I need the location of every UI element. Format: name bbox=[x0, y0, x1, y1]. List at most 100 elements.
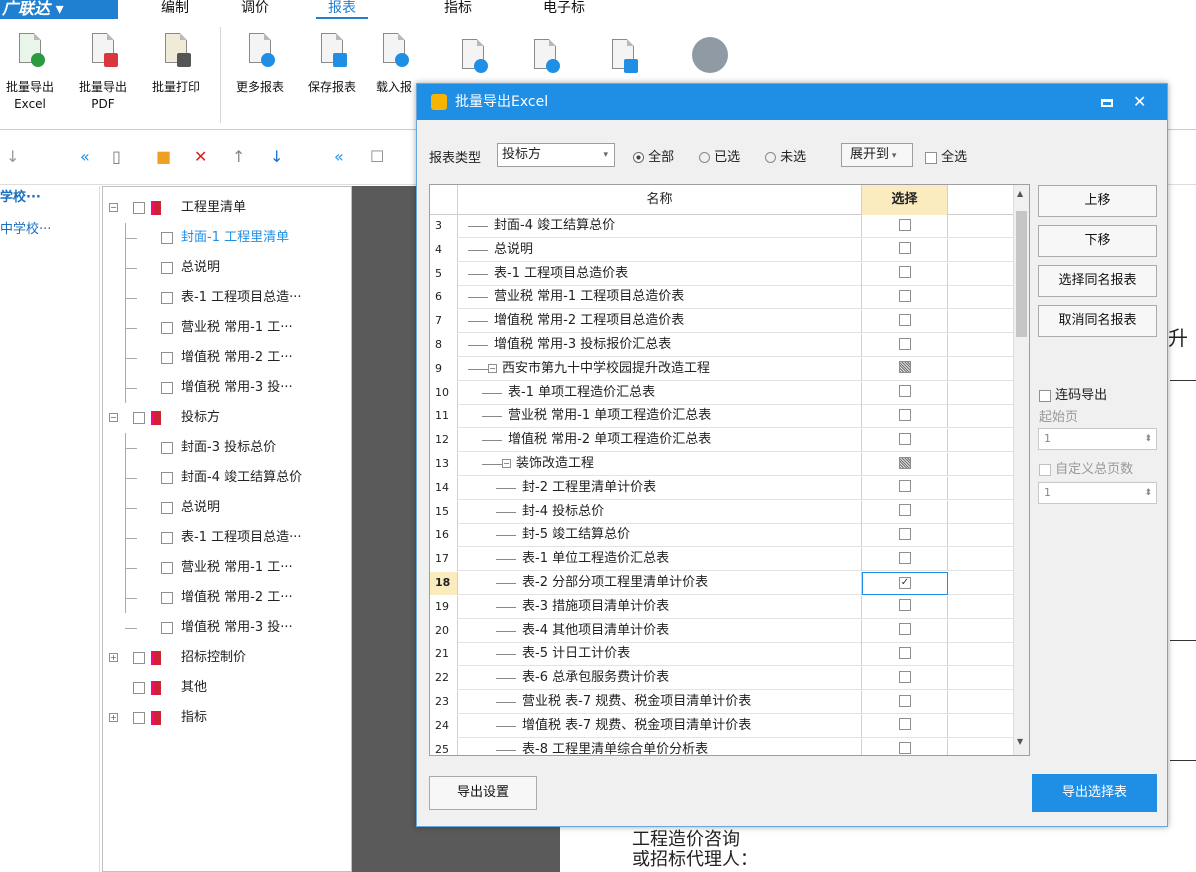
expand-to-dropdown[interactable]: 展开到 ▾ bbox=[841, 143, 913, 167]
checkbox-icon[interactable] bbox=[133, 202, 145, 214]
row-select-cell[interactable] bbox=[862, 286, 948, 310]
row-name-cell[interactable]: 表-1 工程项目总造价表 bbox=[458, 262, 862, 286]
row-select-cell[interactable] bbox=[862, 429, 948, 453]
checkbox-icon[interactable] bbox=[161, 562, 173, 574]
custom-total-checkbox[interactable]: 自定义总页数 bbox=[1039, 458, 1133, 477]
report-icon-a[interactable] bbox=[458, 37, 488, 73]
row-name-cell[interactable]: 增值税 表-7 规费、税金项目清单计价表 bbox=[458, 714, 862, 738]
checkbox-icon[interactable] bbox=[898, 670, 911, 683]
row-name-cell[interactable]: 封-5 竣工结算总价 bbox=[458, 524, 862, 548]
row-select-cell[interactable] bbox=[862, 215, 948, 238]
row-name-cell[interactable]: 营业税 常用-1 工程项目总造价表 bbox=[458, 286, 862, 310]
checkbox-icon[interactable] bbox=[898, 432, 911, 445]
tree-item[interactable]: 封面-3 投标总价 bbox=[103, 433, 351, 463]
checkbox-icon[interactable] bbox=[898, 551, 911, 564]
batch-export-pdf-button[interactable]: 批量导出 PDF bbox=[73, 31, 133, 129]
save-report-button[interactable]: 保存报表 bbox=[302, 31, 362, 129]
table-row[interactable]: 20 表-4 其他项目清单计价表 bbox=[430, 619, 1013, 643]
expand-toggle-icon[interactable]: − bbox=[109, 203, 118, 212]
row-name-cell[interactable]: 增值税 常用-2 工程项目总造价表 bbox=[458, 310, 862, 334]
row-select-cell[interactable] bbox=[862, 238, 948, 262]
checkbox-icon[interactable] bbox=[161, 592, 173, 604]
table-row[interactable]: 4 总说明 bbox=[430, 238, 1013, 262]
col-header-select[interactable]: 选择 bbox=[862, 185, 948, 215]
checkbox-icon[interactable] bbox=[161, 502, 173, 514]
table-row[interactable]: 5 表-1 工程项目总造价表 bbox=[430, 262, 1013, 286]
table-row[interactable]: 17 表-1 单位工程造价汇总表 bbox=[430, 548, 1013, 572]
row-select-cell[interactable] bbox=[862, 738, 948, 755]
checkbox-icon[interactable] bbox=[898, 266, 911, 279]
menu-tab-ebid[interactable]: 电子标 bbox=[536, 0, 592, 19]
tree-item[interactable]: 增值税 常用-3 投··· bbox=[103, 373, 351, 403]
table-row[interactable]: 24 增值税 表-7 规费、税金项目清单计价表 bbox=[430, 714, 1013, 738]
checkbox-icon[interactable] bbox=[898, 480, 911, 493]
table-row[interactable]: 18 表-2 分部分项工程里清单计价表 bbox=[430, 572, 1013, 595]
collapse-tree-icon[interactable]: « bbox=[334, 148, 344, 166]
batch-print-button[interactable]: 批量打印 bbox=[146, 31, 206, 129]
menu-tab-price[interactable]: 调价 bbox=[235, 0, 275, 19]
table-row[interactable]: 7 增值税 常用-2 工程项目总造价表 bbox=[430, 310, 1013, 334]
expand-toggle-icon[interactable]: + bbox=[109, 653, 118, 662]
tree-item[interactable]: 表-1 工程项目总造··· bbox=[103, 523, 351, 553]
row-select-cell[interactable] bbox=[862, 500, 948, 524]
row-select-cell[interactable] bbox=[862, 595, 948, 619]
table-row[interactable]: 11 营业税 常用-1 单项工程造价汇总表 bbox=[430, 405, 1013, 429]
move-down-button[interactable]: 下移 bbox=[1038, 225, 1157, 257]
row-select-cell[interactable] bbox=[862, 334, 948, 357]
row-name-cell[interactable]: 表-3 措施项目清单计价表 bbox=[458, 595, 862, 619]
table-row[interactable]: 21 表-5 计日工计价表 bbox=[430, 643, 1013, 667]
scroll-thumb[interactable] bbox=[1016, 211, 1027, 337]
tree-item[interactable]: 表-1 工程项目总造··· bbox=[103, 283, 351, 313]
tree-item[interactable]: 增值税 常用-2 工··· bbox=[103, 343, 351, 373]
row-name-cell[interactable]: 表-6 总承包服务费计价表 bbox=[458, 667, 862, 691]
batch-export-excel-button[interactable]: 批量导出 Excel bbox=[0, 31, 60, 129]
tree-item[interactable]: 增值税 常用-3 投··· bbox=[103, 613, 351, 643]
table-row[interactable]: 3 封面-4 竣工结算总价 bbox=[430, 215, 1013, 238]
custom-total-spinner[interactable]: 1 ⬍ bbox=[1038, 482, 1157, 504]
checkbox-icon[interactable] bbox=[898, 646, 911, 659]
checkbox-icon[interactable] bbox=[898, 694, 911, 707]
more-reports-button[interactable]: 更多报表 bbox=[230, 31, 290, 129]
checkbox-icon[interactable] bbox=[898, 385, 911, 398]
row-name-cell[interactable]: 表-4 其他项目清单计价表 bbox=[458, 619, 862, 643]
row-name-cell[interactable]: 表-1 单位工程造价汇总表 bbox=[458, 548, 862, 572]
row-select-cell[interactable] bbox=[862, 357, 948, 381]
new-folder-icon[interactable]: ■ bbox=[156, 148, 171, 166]
table-row[interactable]: 14 封-2 工程里清单计价表 bbox=[430, 476, 1013, 500]
checkbox-icon[interactable] bbox=[161, 292, 173, 304]
checkbox-icon[interactable] bbox=[133, 682, 145, 694]
checkbox-icon[interactable] bbox=[161, 472, 173, 484]
table-row[interactable]: 15 封-4 投标总价 bbox=[430, 500, 1013, 524]
expand-toggle-icon[interactable]: + bbox=[109, 713, 118, 722]
row-name-cell[interactable]: 增值税 常用-2 单项工程造价汇总表 bbox=[458, 429, 862, 453]
checkbox-icon[interactable] bbox=[898, 527, 911, 540]
row-select-cell[interactable] bbox=[862, 262, 948, 286]
col-header-name[interactable]: 名称 bbox=[458, 185, 862, 215]
report-icon-b[interactable] bbox=[530, 37, 560, 73]
checkbox-icon[interactable] bbox=[161, 532, 173, 544]
row-select-cell[interactable] bbox=[862, 619, 948, 643]
row-select-cell[interactable] bbox=[862, 643, 948, 667]
load-report-button[interactable]: 载入报 bbox=[372, 31, 416, 129]
checkbox-icon[interactable] bbox=[898, 504, 911, 517]
row-select-cell[interactable] bbox=[862, 572, 948, 595]
row-select-cell[interactable] bbox=[862, 310, 948, 334]
tree-item[interactable]: 营业税 常用-1 工··· bbox=[103, 313, 351, 343]
checkbox-icon[interactable] bbox=[898, 742, 911, 755]
row-name-cell[interactable]: − 西安市第九十中学校园提升改造工程 bbox=[458, 357, 862, 381]
row-name-cell[interactable]: 封面-4 竣工结算总价 bbox=[458, 215, 862, 238]
radio-all[interactable]: 全部 bbox=[633, 146, 674, 165]
expand-toggle-icon[interactable]: − bbox=[502, 459, 511, 468]
cancel-same-name-button[interactable]: 取消同名报表 bbox=[1038, 305, 1157, 337]
table-row[interactable]: 10 表-1 单项工程造价汇总表 bbox=[430, 381, 1013, 405]
report-type-select[interactable]: 投标方 ▾ bbox=[497, 143, 615, 167]
checkbox-icon[interactable] bbox=[898, 408, 911, 421]
row-name-cell[interactable]: 表-5 计日工计价表 bbox=[458, 643, 862, 667]
row-select-cell[interactable] bbox=[862, 476, 948, 500]
row-select-cell[interactable] bbox=[862, 714, 948, 738]
row-name-cell[interactable]: 总说明 bbox=[458, 238, 862, 262]
tree-item[interactable]: 其他 bbox=[103, 673, 351, 703]
menu-tab-edit[interactable]: 编制 bbox=[155, 0, 195, 19]
row-name-cell[interactable]: 增值税 常用-3 投标报价汇总表 bbox=[458, 334, 862, 357]
expand-toggle-icon[interactable]: − bbox=[488, 363, 497, 373]
